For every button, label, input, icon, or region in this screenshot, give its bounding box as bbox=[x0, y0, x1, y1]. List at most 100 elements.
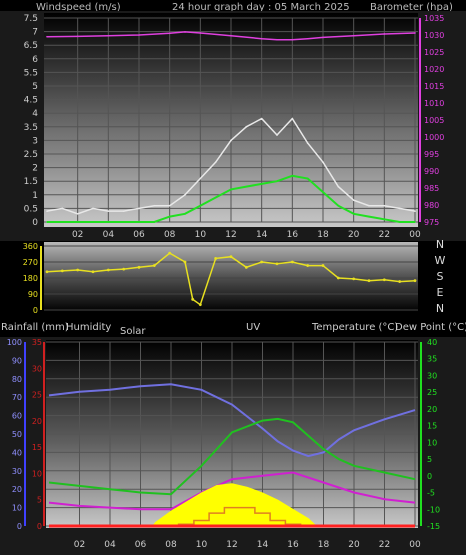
wind-direction-point bbox=[290, 260, 294, 264]
x-tick-label: 10 bbox=[195, 230, 207, 240]
wind_avg-point bbox=[414, 221, 416, 223]
solar-axis-title: Solar bbox=[120, 326, 146, 337]
x-tick-label: 20 bbox=[348, 540, 360, 550]
wind_gust-point bbox=[122, 210, 125, 212]
y-left-tick-label: 2 bbox=[32, 164, 38, 174]
rain-tick-label: 20 bbox=[32, 417, 42, 426]
y-right-tick-label: 1020 bbox=[424, 65, 444, 74]
x-tick-label: 18 bbox=[317, 230, 329, 240]
wind_gust-point bbox=[168, 204, 171, 207]
y-left-tick-label: 0.5 bbox=[24, 204, 38, 214]
wind-direction-point bbox=[152, 264, 156, 267]
wind_avg-point bbox=[76, 221, 79, 223]
y-left-tick-label: 5 bbox=[32, 82, 38, 92]
dewpoint-axis-title: Dew Point (°C) bbox=[395, 322, 466, 333]
pressure-point bbox=[230, 34, 232, 37]
y-right-tick-label: 985 bbox=[424, 184, 439, 193]
direction-tick-label: 0 bbox=[33, 306, 38, 315]
wind_gust-point bbox=[352, 199, 355, 202]
y-left-tick-label: 3 bbox=[32, 136, 38, 146]
pressure-point bbox=[199, 32, 202, 34]
humidity-tick-label: 40 bbox=[12, 448, 22, 457]
y-left-tick-label: 0 bbox=[32, 218, 38, 228]
y-left-tick-label: 6.5 bbox=[24, 41, 38, 51]
y-right-tick-label: 1000 bbox=[424, 133, 444, 142]
humidity-tick-label: 70 bbox=[12, 393, 22, 402]
temp-tick-label: 35 bbox=[427, 355, 437, 364]
rain-tick-label: 10 bbox=[32, 469, 42, 478]
wind-direction-point bbox=[382, 278, 386, 282]
humidity-tick-label: 50 bbox=[12, 430, 22, 439]
humidity-tick-label: 20 bbox=[12, 485, 22, 494]
x-tick-label: 16 bbox=[287, 230, 299, 240]
pressure-point bbox=[306, 37, 309, 40]
y-left-tick-label: 7.5 bbox=[24, 14, 38, 24]
x-tick-label: 14 bbox=[257, 540, 269, 550]
wind-direction-point bbox=[106, 268, 110, 272]
temp-tick-label: 0 bbox=[427, 472, 432, 481]
wind_gust-point bbox=[153, 204, 156, 207]
x-tick-label: 18 bbox=[318, 540, 330, 550]
y-left-tick-label: 1.5 bbox=[24, 177, 38, 187]
compass-label: N bbox=[436, 302, 444, 315]
wind_gust-point bbox=[230, 139, 232, 142]
wind_avg-point bbox=[352, 213, 355, 215]
wind_avg-point bbox=[168, 215, 171, 218]
wind_gust-point bbox=[107, 210, 110, 212]
wind_gust-point bbox=[322, 161, 324, 163]
wind_avg-point bbox=[245, 185, 248, 188]
humidity-tick-label: 30 bbox=[12, 467, 22, 476]
compass-label: W bbox=[435, 254, 446, 267]
temp-tick-label: 40 bbox=[427, 338, 437, 347]
wind-direction-point bbox=[367, 279, 371, 283]
wind_avg-point bbox=[184, 213, 186, 215]
pressure-point bbox=[276, 38, 278, 41]
wind_avg-point bbox=[291, 174, 294, 177]
temp-tick-label: 10 bbox=[427, 438, 437, 447]
humidity-tick-label: 100 bbox=[7, 338, 22, 347]
y-right-tick-label: 990 bbox=[424, 167, 439, 176]
pressure-point bbox=[168, 32, 171, 35]
y-left-tick-label: 4 bbox=[32, 109, 38, 119]
wind_avg-point bbox=[322, 191, 324, 193]
wind-direction-point bbox=[168, 251, 172, 255]
x-tick-label: 14 bbox=[256, 230, 268, 240]
direction-tick-label: 180 bbox=[23, 274, 38, 283]
humidity-tick-label: 90 bbox=[12, 356, 22, 365]
x-tick-label: 00 bbox=[409, 230, 421, 240]
wind_avg-point bbox=[214, 196, 217, 199]
wind-direction-point bbox=[260, 260, 264, 264]
wind_avg-point bbox=[46, 221, 48, 223]
wind-direction-point bbox=[183, 260, 187, 264]
wind_gust-point bbox=[92, 207, 94, 210]
y-left-tick-label: 4.5 bbox=[24, 96, 38, 106]
x-tick-label: 02 bbox=[74, 540, 85, 550]
compass-labels: NWSEN bbox=[435, 238, 446, 315]
y-left-tick-label: 1 bbox=[32, 191, 38, 201]
y-right-tick-label: 1035 bbox=[424, 14, 444, 23]
x-tick-label: 02 bbox=[72, 230, 83, 240]
temp-tick-label: 15 bbox=[427, 422, 437, 431]
compass-label: N bbox=[436, 238, 444, 251]
wind_gust-point bbox=[291, 117, 294, 120]
x-tick-label: 06 bbox=[135, 540, 147, 550]
x-tick-label: 04 bbox=[103, 230, 115, 240]
wind_avg-point bbox=[199, 204, 202, 207]
wind-direction-point bbox=[229, 255, 233, 259]
humidity-tick-label: 60 bbox=[12, 412, 22, 421]
wind_gust-point bbox=[46, 210, 48, 212]
y-right-tick-label: 1025 bbox=[424, 48, 444, 57]
x-tick-label: 22 bbox=[379, 230, 390, 240]
uv-axis-title: UV bbox=[246, 322, 260, 333]
wind-direction-point bbox=[413, 279, 417, 283]
y-left-tick-label: 3.5 bbox=[24, 123, 38, 133]
humidity-axis-title: Humidity bbox=[66, 322, 111, 333]
temp-tick-label: 30 bbox=[427, 371, 437, 380]
wind_gust-point bbox=[398, 207, 401, 210]
wind-direction-point bbox=[244, 265, 248, 269]
y-left-tick-label: 7 bbox=[32, 28, 38, 38]
x-tick-label: 08 bbox=[165, 540, 177, 550]
rain-tick-label: 35 bbox=[32, 338, 42, 347]
wind_gust-point bbox=[414, 210, 416, 212]
pressure-point bbox=[383, 33, 386, 35]
